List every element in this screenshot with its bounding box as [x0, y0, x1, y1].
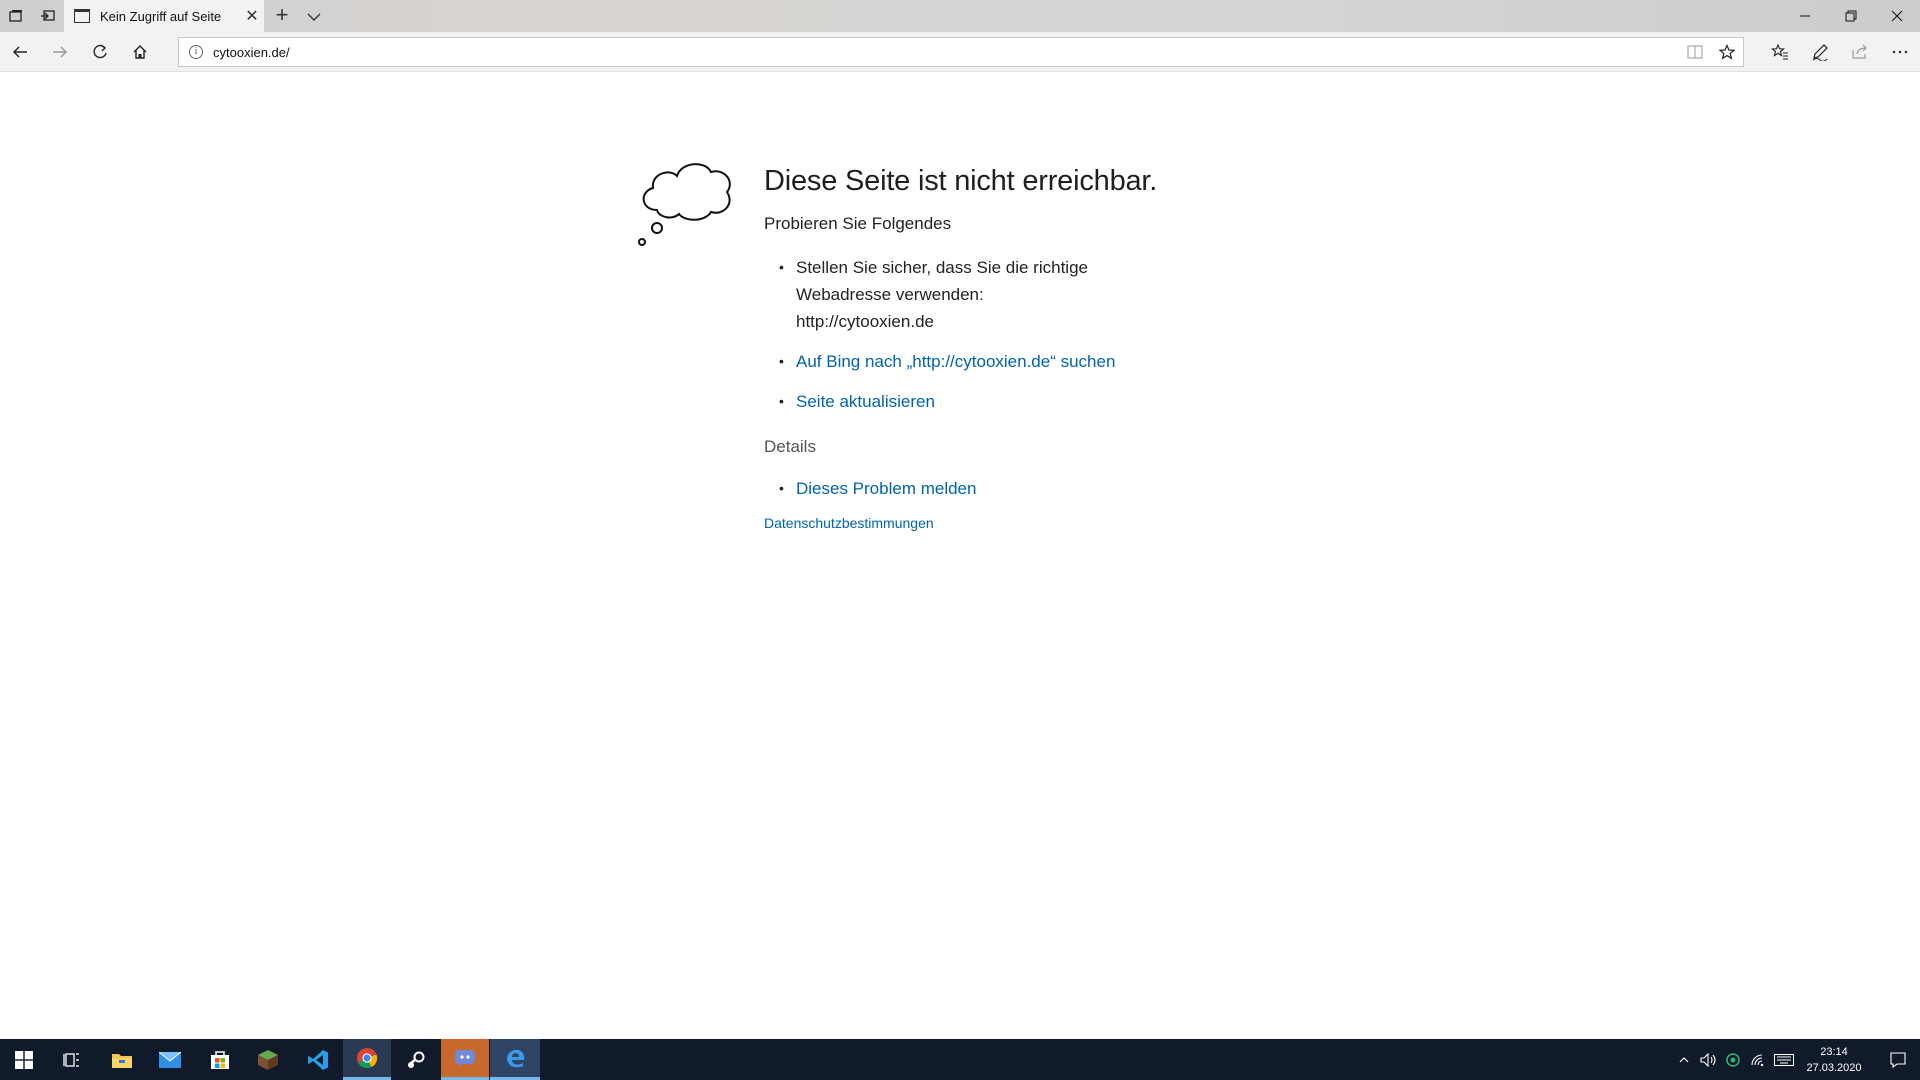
close-tab-icon[interactable]: ✕	[240, 6, 264, 26]
list-item: Dieses Problem melden	[779, 475, 1224, 502]
vscode-icon[interactable]	[294, 1039, 342, 1080]
steam-icon[interactable]	[392, 1039, 440, 1080]
taskbar: 23:14 27.03.2020	[0, 1039, 1920, 1080]
share-icon[interactable]	[1844, 38, 1876, 66]
list-item: Auf Bing nach „http://cytooxien.de“ such…	[779, 348, 1224, 375]
minimize-icon[interactable]	[1782, 0, 1828, 32]
navigation-bar: i cytooxien.de/	[0, 32, 1920, 72]
task-view-icon[interactable]	[48, 1039, 96, 1080]
security-status-icon[interactable]	[1722, 1039, 1744, 1080]
restore-icon[interactable]	[1828, 0, 1874, 32]
list-item: Seite aktualisieren	[779, 388, 1224, 415]
info-icon[interactable]: i	[189, 45, 203, 59]
pen-annotate-icon[interactable]	[1804, 38, 1836, 66]
tabs-aside-icon[interactable]	[8, 8, 24, 24]
favorite-star-icon[interactable]	[1711, 38, 1743, 66]
page-title: Diese Seite ist nicht erreichbar.	[764, 165, 1158, 197]
chevron-down-icon[interactable]	[302, 4, 326, 28]
privacy-link[interactable]: Datenschutzbestimmungen	[764, 515, 1224, 531]
file-explorer-icon[interactable]	[98, 1039, 146, 1080]
keyboard-icon[interactable]	[1772, 1039, 1796, 1080]
address-bar[interactable]: i cytooxien.de/	[178, 37, 1744, 67]
refresh-page-link[interactable]: Seite aktualisieren	[796, 392, 935, 411]
clock-date: 27.03.2020	[1806, 1062, 1862, 1074]
tip-text-line: Webadresse verwenden:	[796, 285, 984, 304]
details-heading[interactable]: Details	[764, 437, 1224, 457]
tip-url: http://cytooxien.de	[796, 312, 934, 331]
minecraft-icon[interactable]	[244, 1039, 292, 1080]
network-icon[interactable]	[1746, 1039, 1770, 1080]
tip-text-line: Stellen Sie sicher, dass Sie die richtig…	[796, 258, 1088, 277]
bing-search-link[interactable]: Auf Bing nach „http://cytooxien.de“ such…	[796, 352, 1115, 371]
back-icon[interactable]	[4, 38, 36, 66]
details-list: Dieses Problem melden	[779, 475, 1224, 502]
mail-icon[interactable]	[146, 1039, 194, 1080]
page-icon	[74, 9, 90, 23]
page-content: Diese Seite ist nicht erreichbar. Probie…	[0, 73, 1920, 1039]
more-options-icon[interactable]	[1884, 38, 1916, 66]
refresh-icon[interactable]	[84, 38, 116, 66]
tab-title: Kein Zugriff auf Seite	[100, 8, 222, 24]
title-bar: Kein Zugriff auf Seite ✕ +	[0, 0, 1920, 32]
clock-time: 23:14	[1820, 1046, 1848, 1058]
home-icon[interactable]	[124, 38, 156, 66]
suggestions-heading: Probieren Sie Folgendes	[764, 214, 952, 233]
store-icon[interactable]	[196, 1039, 244, 1080]
url-text[interactable]: cytooxien.de/	[213, 45, 1679, 60]
edge-icon[interactable]	[490, 1039, 540, 1080]
volume-icon[interactable]	[1698, 1039, 1720, 1080]
list-item: Stellen Sie sicher, dass Sie die richtig…	[779, 254, 1224, 335]
suggestions-list: Stellen Sie sicher, dass Sie die richtig…	[779, 254, 1224, 415]
reading-view-icon[interactable]	[1679, 38, 1711, 66]
set-aside-tabs-icon[interactable]	[40, 8, 56, 24]
system-clock[interactable]: 23:14 27.03.2020	[1796, 1044, 1872, 1076]
new-tab-icon[interactable]: +	[270, 4, 294, 28]
thought-cloud-icon	[638, 163, 731, 246]
show-hidden-icons-icon[interactable]	[1674, 1039, 1694, 1080]
browser-tab[interactable]: Kein Zugriff auf Seite ✕	[64, 0, 264, 32]
chrome-icon[interactable]	[343, 1039, 391, 1080]
discord-icon[interactable]	[441, 1039, 489, 1080]
report-problem-link[interactable]: Dieses Problem melden	[796, 479, 976, 498]
forward-icon[interactable]	[44, 38, 76, 66]
action-center-icon[interactable]	[1876, 1039, 1920, 1080]
favorites-hub-icon[interactable]	[1764, 38, 1796, 66]
close-window-icon[interactable]	[1874, 0, 1920, 32]
start-icon[interactable]	[0, 1039, 48, 1080]
error-message: Diese Seite ist nicht erreichbar. Probie…	[764, 165, 1224, 531]
